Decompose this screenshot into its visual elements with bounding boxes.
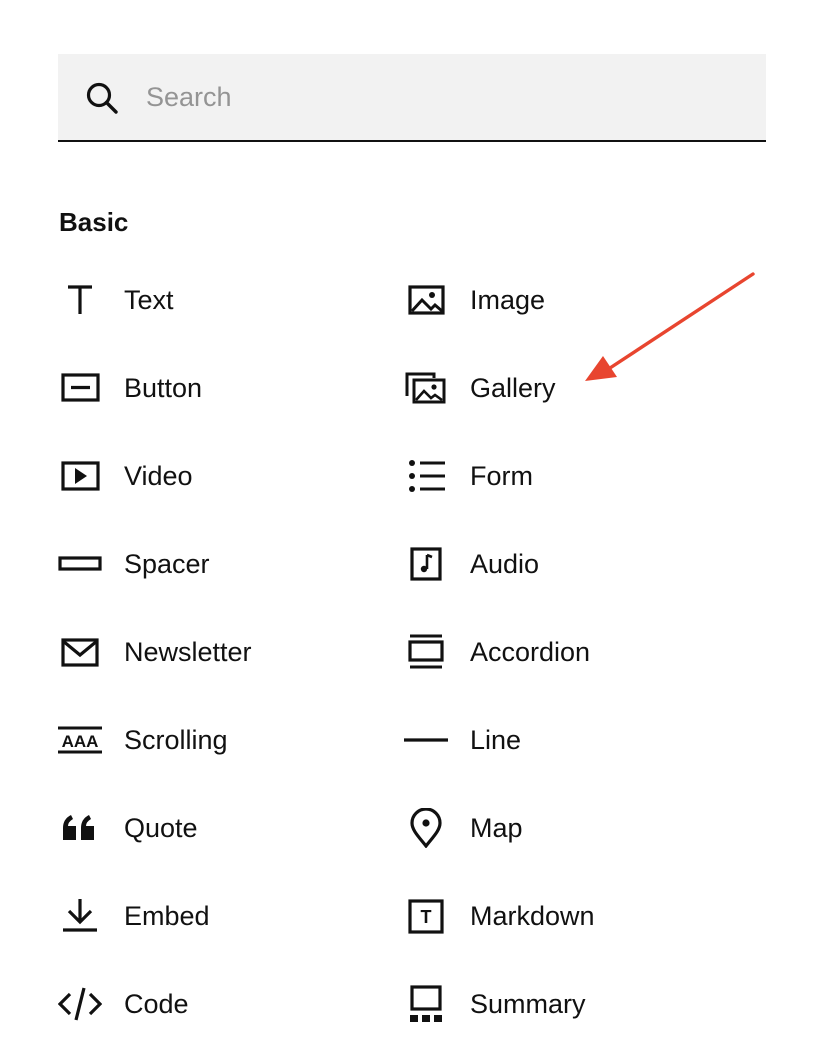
block-label-summary: Summary: [470, 989, 586, 1019]
block-item-button[interactable]: Button: [58, 360, 358, 416]
section-title: Basic: [59, 207, 129, 237]
svg-text:T: T: [421, 907, 432, 927]
block-item-form[interactable]: Form: [404, 448, 704, 504]
block-item-map[interactable]: Map: [404, 800, 704, 856]
accordion-icon: [404, 632, 448, 672]
search-icon: [84, 80, 120, 116]
gallery-icon: [404, 368, 448, 408]
block-label-spacer: Spacer: [124, 549, 210, 579]
block-label-markdown: Markdown: [470, 901, 595, 931]
block-item-quote[interactable]: Quote: [58, 800, 358, 856]
block-item-summary[interactable]: Summary: [404, 976, 704, 1032]
block-item-image[interactable]: Image: [404, 272, 704, 328]
button-icon: [58, 368, 102, 408]
block-item-accordion[interactable]: Accordion: [404, 624, 704, 680]
block-item-embed[interactable]: Embed: [58, 888, 358, 944]
block-label-audio: Audio: [470, 549, 540, 579]
block-item-code[interactable]: Code: [58, 976, 358, 1032]
block-label-button: Button: [124, 373, 203, 403]
block-item-audio[interactable]: Audio: [404, 536, 704, 592]
embed-icon: [58, 896, 102, 936]
block-label-line: Line: [470, 725, 522, 755]
text-icon: [58, 280, 102, 320]
search-input[interactable]: [146, 74, 736, 120]
search-bar[interactable]: [58, 54, 766, 142]
svg-text:AAA: AAA: [62, 732, 99, 751]
video-icon: [58, 456, 102, 496]
block-item-scrolling[interactable]: AAA Scrolling: [58, 712, 358, 768]
spacer-icon: [58, 544, 102, 584]
quote-icon: [58, 808, 102, 848]
audio-icon: [404, 544, 448, 584]
block-item-gallery[interactable]: Gallery: [404, 360, 704, 416]
block-item-text[interactable]: Text: [58, 272, 358, 328]
block-label-text: Text: [124, 285, 174, 315]
block-item-markdown[interactable]: T Markdown: [404, 888, 704, 944]
newsletter-icon: [58, 632, 102, 672]
block-label-scrolling: Scrolling: [124, 725, 228, 755]
block-label-embed: Embed: [124, 901, 210, 931]
form-icon: [404, 456, 448, 496]
line-icon: [404, 720, 448, 760]
block-label-form: Form: [470, 461, 533, 491]
block-label-code: Code: [124, 989, 189, 1019]
block-label-video: Video: [124, 461, 193, 491]
block-label-image: Image: [470, 285, 546, 315]
summary-icon: [404, 984, 448, 1024]
block-label-gallery: Gallery: [470, 373, 556, 403]
block-item-video[interactable]: Video: [58, 448, 358, 504]
block-item-line[interactable]: Line: [404, 712, 704, 768]
scrolling-icon: AAA: [58, 720, 102, 760]
code-icon: [58, 984, 102, 1024]
block-label-map: Map: [470, 813, 523, 843]
block-label-quote: Quote: [124, 813, 198, 843]
image-icon: [404, 280, 448, 320]
block-label-newsletter: Newsletter: [124, 637, 252, 667]
block-item-spacer[interactable]: Spacer: [58, 536, 358, 592]
markdown-icon: T: [404, 896, 448, 936]
block-item-newsletter[interactable]: Newsletter: [58, 624, 358, 680]
block-label-accordion: Accordion: [470, 637, 591, 667]
map-pin-icon: [404, 808, 448, 848]
